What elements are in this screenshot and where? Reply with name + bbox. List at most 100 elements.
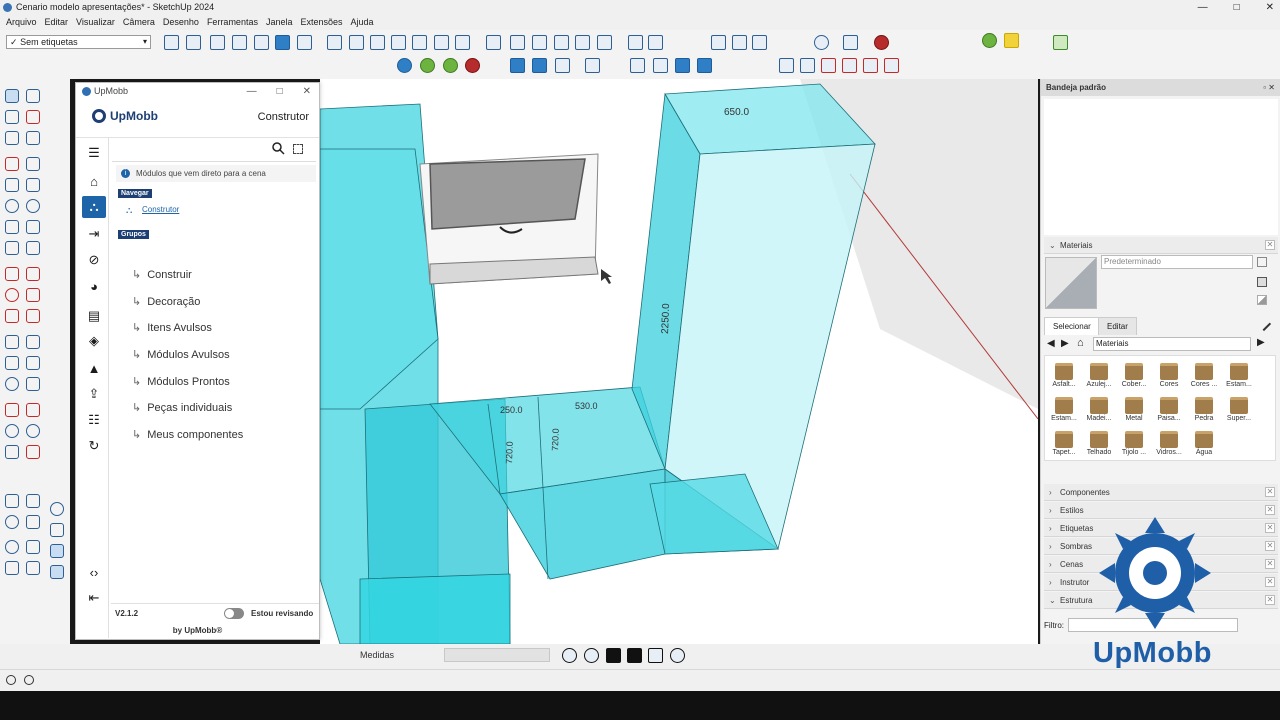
solid-union-icon[interactable] — [532, 35, 547, 50]
lock-2-icon[interactable] — [627, 648, 642, 663]
zoom-window-icon[interactable] — [653, 58, 668, 73]
plugin-maximize-button[interactable]: □ — [277, 83, 283, 100]
sandbox-icon[interactable] — [711, 35, 726, 50]
export-icon[interactable]: ⇪ — [82, 383, 106, 405]
upmobb-select-icon[interactable] — [1004, 33, 1019, 48]
code-icon[interactable]: ‹› — [82, 561, 106, 583]
freehand-icon[interactable] — [26, 157, 40, 171]
previous-view-icon[interactable] — [26, 445, 40, 459]
material-folder[interactable]: Tapet... — [1047, 428, 1081, 462]
forward-arrow-icon[interactable]: ▶ — [1061, 338, 1069, 349]
target-status-icon[interactable] — [670, 648, 685, 663]
group-item-itens-avulsos[interactable]: ↳ Itens Avulsos — [132, 321, 212, 334]
material-folder[interactable]: Cober... — [1117, 360, 1151, 394]
circle-icon[interactable] — [5, 199, 19, 213]
tag-tool-icon[interactable] — [26, 131, 40, 145]
close-icon[interactable]: ✕ — [1265, 595, 1275, 605]
material-name-field[interactable]: Predeterminado — [1101, 255, 1253, 269]
material-folder[interactable]: Paisa... — [1152, 394, 1186, 428]
home-icon[interactable]: ⌂ — [82, 170, 106, 192]
view-iso-icon[interactable] — [327, 35, 342, 50]
view-top-icon[interactable] — [349, 35, 364, 50]
menu-ajuda[interactable]: Ajuda — [351, 15, 374, 30]
import-icon[interactable]: ⇥ — [82, 223, 106, 245]
eye-icon[interactable] — [5, 515, 19, 529]
image-export-icon[interactable] — [697, 58, 712, 73]
push-pull-icon[interactable] — [26, 267, 40, 281]
group-item-construir[interactable]: ↳ Construir — [132, 268, 192, 281]
building-icon[interactable] — [675, 58, 690, 73]
arc-3pt-icon[interactable] — [5, 241, 19, 255]
scene-4-icon[interactable] — [842, 58, 857, 73]
plugin-minimize-button[interactable]: — — [247, 83, 257, 100]
sandbox-smoove-icon[interactable] — [50, 523, 64, 537]
close-icon[interactable]: ✕ — [1265, 523, 1275, 533]
measurements-box[interactable] — [444, 648, 550, 662]
rotate-tool-icon[interactable] — [5, 288, 19, 302]
view-front-icon[interactable] — [370, 35, 385, 50]
geo-status-icon[interactable] — [6, 675, 16, 685]
close-icon[interactable]: ✕ — [1265, 541, 1275, 551]
view-back-icon[interactable] — [412, 35, 427, 50]
warning-icon[interactable]: ▲ — [82, 357, 106, 379]
solid-intersect-icon[interactable] — [554, 35, 569, 50]
material-folder[interactable]: Cores — [1152, 360, 1186, 394]
scale-tool-icon[interactable] — [5, 309, 19, 323]
info-status-icon[interactable] — [24, 675, 34, 685]
user-icon[interactable] — [648, 35, 663, 50]
rectangle-icon[interactable] — [5, 178, 19, 192]
menu-ferramentas[interactable]: Ferramentas — [207, 15, 258, 30]
style-back-edges-icon[interactable] — [186, 35, 201, 50]
material-folder[interactable]: Vidros... — [1152, 428, 1186, 462]
flip-vertical-icon[interactable] — [532, 58, 547, 73]
target-red-icon[interactable] — [465, 58, 480, 73]
section-materiais[interactable]: ⌄ Materiais ✕ — [1044, 237, 1278, 254]
section-componentes[interactable]: › Componentes ✕ — [1044, 484, 1278, 501]
style-wireframe-icon[interactable] — [210, 35, 225, 50]
close-button[interactable]: ✕ — [1266, 0, 1274, 15]
search-icon[interactable] — [272, 142, 285, 155]
material-library-select[interactable]: Materiais — [1093, 337, 1251, 351]
scene-1-icon[interactable] — [779, 58, 794, 73]
menu-extensoes[interactable]: Extensões — [301, 15, 343, 30]
hierarchy-icon[interactable]: ⛬ — [82, 196, 106, 218]
sandbox-scratch-icon[interactable] — [5, 561, 19, 575]
menu-arquivo[interactable]: Arquivo — [6, 15, 37, 30]
axes-tool-icon[interactable] — [5, 377, 19, 391]
tab-selecionar[interactable]: Selecionar — [1044, 317, 1100, 335]
dimension-icon[interactable] — [26, 335, 40, 349]
sample-paint-icon[interactable] — [1257, 295, 1267, 305]
zoom-tool-icon[interactable] — [5, 424, 19, 438]
sandbox-stamp-icon[interactable] — [26, 561, 40, 575]
document-icon[interactable]: ▤ — [82, 305, 106, 327]
style-hidden-line-icon[interactable] — [232, 35, 247, 50]
menu-janela[interactable]: Janela — [266, 15, 293, 30]
view-left-icon[interactable] — [434, 35, 449, 50]
report-icon[interactable] — [732, 35, 747, 50]
palette-icon[interactable]: ◕ — [82, 275, 106, 297]
menu-camera[interactable]: Câmera — [123, 15, 155, 30]
view-right-icon[interactable] — [391, 35, 406, 50]
section-fill-icon[interactable] — [26, 403, 40, 417]
eraser-icon[interactable] — [26, 110, 40, 124]
group-item-decoracao[interactable]: ↳ Decoração — [132, 295, 200, 308]
details-arrow-icon[interactable]: ▶ — [1257, 337, 1265, 348]
material-folder[interactable]: Telhado — [1082, 428, 1116, 462]
tape-measure-icon[interactable] — [5, 335, 19, 349]
create-material-icon[interactable] — [1257, 257, 1267, 267]
close-icon[interactable]: ✕ — [1265, 240, 1275, 250]
style-xray-icon[interactable] — [164, 35, 179, 50]
sandbox-flip-icon[interactable] — [50, 565, 64, 579]
3d-text-icon[interactable] — [26, 377, 40, 391]
back-arrow-icon[interactable]: ◀ — [1047, 338, 1055, 349]
menu-editar[interactable]: Editar — [45, 15, 69, 30]
home-library-icon[interactable]: ⌂ — [1077, 337, 1084, 349]
camera-status-icon[interactable] — [584, 648, 599, 663]
upmobb-extra-icon[interactable] — [1053, 35, 1068, 50]
tag-selector[interactable]: ✓ Sem etiquetas ▾ — [6, 35, 151, 49]
group-icon[interactable] — [486, 35, 501, 50]
rotated-rect-icon[interactable] — [26, 178, 40, 192]
maximize-button[interactable]: □ — [1234, 0, 1240, 15]
material-folder[interactable]: Estam... — [1047, 394, 1081, 428]
flip-horizontal-icon[interactable] — [510, 58, 525, 73]
